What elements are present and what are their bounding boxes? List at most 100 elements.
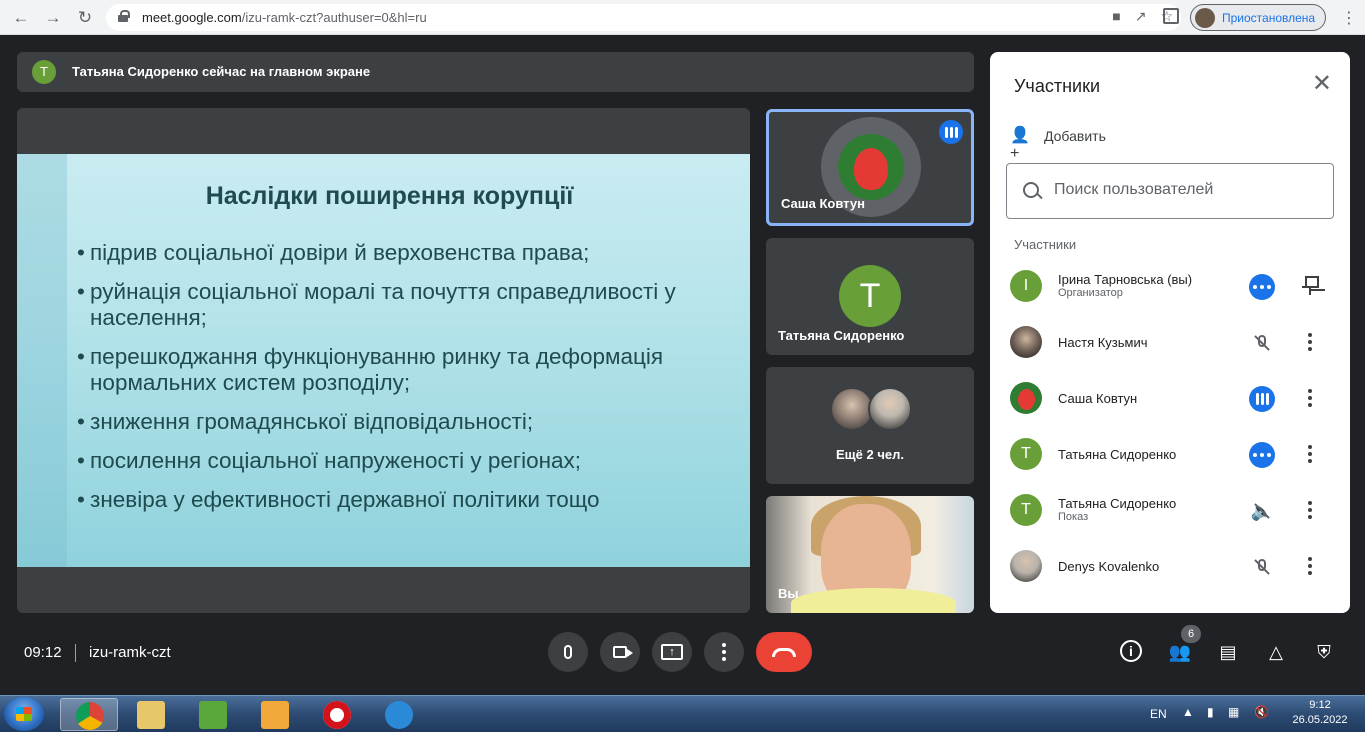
- pepper-avatar: [838, 134, 904, 200]
- mic-button[interactable]: [548, 632, 588, 672]
- host-controls-icon[interactable]: ⛨: [1312, 640, 1336, 664]
- battery-icon[interactable]: ▮: [1207, 705, 1214, 719]
- camera-blocked-icon[interactable]: ■: [1112, 8, 1120, 25]
- more-options-icon[interactable]: [1302, 444, 1318, 464]
- pin-icon[interactable]: [1301, 274, 1319, 296]
- address-bar[interactable]: meet.google.com/izu-ramk-czt?authuser=0&…: [106, 4, 1181, 31]
- more-options-icon[interactable]: [1302, 556, 1318, 576]
- system-date: 26.05.2022: [1292, 714, 1348, 726]
- more-options-button[interactable]: [704, 632, 744, 672]
- reload-icon[interactable]: ↻: [74, 7, 96, 29]
- activities-icon[interactable]: △: [1264, 640, 1288, 664]
- volume-off-icon: 🔈: [1249, 498, 1275, 524]
- present-screen-icon: ↑: [661, 644, 683, 660]
- participant-row[interactable]: Настя Кузьмич: [990, 314, 1350, 370]
- speaking-indicator-icon: [939, 120, 963, 144]
- taskbar-opera[interactable]: [308, 698, 366, 731]
- add-person-icon: 👤+: [1010, 127, 1030, 162]
- presenting-banner: T Татьяна Сидоренко сейчас на главном эк…: [17, 52, 974, 92]
- more-participants-label: Ещё 2 чел.: [836, 447, 904, 462]
- start-button[interactable]: [4, 697, 44, 731]
- participant-name: Саша Ковтун: [1058, 391, 1138, 406]
- main-presentation: Наслідки поширення корупції підрив соціа…: [17, 108, 750, 613]
- avatar: I: [1010, 270, 1042, 302]
- side-panel-icon[interactable]: [1163, 8, 1179, 24]
- back-icon[interactable]: ←: [10, 7, 32, 29]
- network-icon[interactable]: ▦: [1228, 705, 1239, 719]
- participant-row[interactable]: I Ірина Тарновська (вы) Организатор: [990, 258, 1350, 314]
- chat-icon[interactable]: ▤: [1216, 640, 1240, 664]
- avatar: [868, 387, 912, 431]
- share-icon[interactable]: ↗: [1135, 8, 1147, 25]
- camera-button[interactable]: [600, 632, 640, 672]
- taskbar-chrome[interactable]: [60, 698, 118, 731]
- taskbar-media[interactable]: [246, 698, 304, 731]
- media-player-icon: [261, 701, 289, 729]
- browser-menu-icon[interactable]: ⋮: [1341, 8, 1357, 28]
- leave-call-button[interactable]: [756, 632, 812, 672]
- participant-row[interactable]: T Татьяна Сидоренко Показ 🔈: [990, 482, 1350, 538]
- slide: Наслідки поширення корупції підрив соціа…: [17, 154, 750, 567]
- lock-icon[interactable]: [118, 10, 130, 22]
- tile-more-participants[interactable]: Ещё 2 чел.: [766, 367, 974, 484]
- opera-icon: [323, 701, 351, 729]
- slide-bullet: посилення соціальної напруженості у регі…: [77, 448, 737, 474]
- close-icon[interactable]: ✕: [1312, 72, 1332, 96]
- ie-icon: [385, 701, 413, 729]
- browser-toolbar: ← → ↻ meet.google.com/izu-ramk-czt?authu…: [0, 0, 1365, 35]
- avatar: T: [1010, 438, 1042, 470]
- forward-icon[interactable]: →: [42, 7, 64, 29]
- participant-row[interactable]: Denys Kovalenko: [990, 538, 1350, 594]
- participant-role: Организатор: [1058, 287, 1123, 299]
- chrome-icon: [76, 702, 104, 730]
- divider: [75, 644, 76, 662]
- pepper-avatar: [1010, 382, 1042, 414]
- participant-name: Ірина Тарновська (вы): [1058, 272, 1193, 287]
- more-options-icon[interactable]: [1302, 332, 1318, 352]
- participant-name: Татьяна Сидоренко: [1058, 447, 1177, 462]
- present-button[interactable]: ↑: [652, 632, 692, 672]
- tile-sasha[interactable]: Саша Ковтун: [766, 109, 974, 226]
- participant-count-badge: 6: [1181, 625, 1201, 643]
- mic-off-icon: [1249, 330, 1275, 356]
- profile-button[interactable]: Приостановлена: [1190, 4, 1326, 31]
- taskbar-explorer[interactable]: [122, 698, 180, 731]
- presenter-avatar: T: [32, 60, 56, 84]
- tile-name: Саша Ковтун: [781, 196, 865, 211]
- participants-panel: Участники ✕ 👤+ Добавить Участники I Ірин…: [990, 52, 1350, 613]
- system-time: 9:12: [1309, 699, 1331, 711]
- slide-title: Наслідки поширення корупції: [205, 182, 574, 210]
- participant-name: Denys Kovalenko: [1058, 559, 1160, 574]
- app-s-icon: [199, 701, 227, 729]
- meeting-clock: 09:12: [24, 644, 62, 661]
- tile-self[interactable]: Вы: [766, 496, 974, 613]
- participant-row[interactable]: Саша Ковтун: [990, 370, 1350, 426]
- more-options-icon[interactable]: [1302, 388, 1318, 408]
- hang-up-icon: [772, 647, 796, 657]
- more-vert-icon: [722, 643, 726, 661]
- volume-muted-icon[interactable]: 🔇: [1254, 705, 1269, 719]
- more-options-icon[interactable]: [1302, 500, 1318, 520]
- avatar: [1010, 326, 1042, 358]
- speaking-indicator-icon: [1249, 386, 1275, 412]
- avatar-group: [830, 387, 914, 431]
- people-icon[interactable]: 👥: [1168, 640, 1192, 664]
- activity-dots-icon: [1249, 442, 1275, 468]
- slide-bullet: руйнація соціальної моралі та почуття сп…: [77, 279, 737, 331]
- tile-name: Татьяна Сидоренко: [778, 328, 905, 343]
- add-people-button[interactable]: 👤+ Добавить: [1010, 124, 1106, 162]
- search-field[interactable]: [1006, 163, 1334, 219]
- tray-arrow-icon[interactable]: ▲: [1182, 705, 1194, 719]
- info-icon[interactable]: i: [1120, 640, 1142, 662]
- language-indicator[interactable]: EN: [1150, 707, 1167, 721]
- participant-role: Показ: [1058, 511, 1089, 523]
- tile-tatyana[interactable]: T Татьяна Сидоренко: [766, 238, 974, 355]
- search-input[interactable]: [1054, 181, 1324, 199]
- system-clock[interactable]: 9:12 26.05.2022: [1290, 698, 1350, 728]
- participant-row[interactable]: T Татьяна Сидоренко: [990, 426, 1350, 482]
- slide-bullet: перешкоджання функціонуванню ринку та де…: [77, 344, 737, 396]
- mic-off-icon: [1249, 554, 1275, 580]
- taskbar-app-s[interactable]: [184, 698, 242, 731]
- taskbar-ie[interactable]: [370, 698, 428, 731]
- meeting-code: izu-ramk-czt: [89, 644, 171, 661]
